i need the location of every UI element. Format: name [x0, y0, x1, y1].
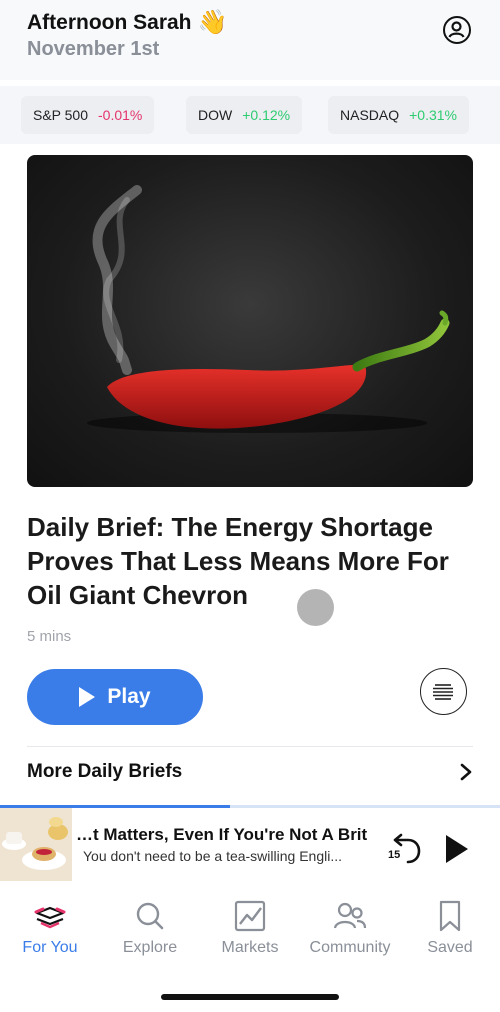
ticker-change: +0.12% — [242, 107, 291, 123]
more-daily-briefs-row[interactable]: More Daily Briefs — [27, 758, 473, 786]
ticker-name: S&P 500 — [33, 107, 89, 123]
ticker-name: NASDAQ — [340, 107, 400, 123]
tab-markets[interactable]: Markets — [200, 899, 300, 957]
ticker-dow[interactable]: DOW +0.12% — [186, 96, 303, 134]
ticker-sp500[interactable]: S&P 500 -0.01% — [21, 96, 155, 134]
for-you-icon — [34, 906, 66, 929]
play-label: Play — [107, 685, 151, 708]
rewind-15-button[interactable]: 15 — [386, 832, 422, 866]
mini-player-thumbnail — [0, 808, 72, 881]
profile-icon — [448, 21, 465, 38]
transcript-icon — [433, 684, 453, 700]
article-headline[interactable]: Daily Brief: The Energy Shortage Proves … — [27, 510, 477, 612]
ticker-change: -0.01% — [98, 107, 143, 123]
community-icon — [333, 902, 367, 929]
tab-bar: For You Explore Markets Community Saved — [0, 881, 500, 1012]
ticker-name: DOW — [198, 107, 233, 123]
ticker-change: +0.31% — [409, 107, 457, 123]
home-indicator — [161, 994, 339, 1000]
tab-for-you[interactable]: For You — [0, 899, 100, 957]
tab-label: Saved — [427, 939, 473, 956]
date-label: November 1st — [27, 38, 160, 60]
mini-player[interactable]: …t Matters, Even If You're Not A Brit Yo… — [0, 805, 500, 881]
tab-label: Markets — [221, 939, 279, 956]
search-icon — [136, 902, 164, 930]
divider — [27, 746, 473, 747]
profile-button[interactable] — [443, 16, 471, 44]
tab-explore[interactable]: Explore — [100, 899, 200, 957]
article-hero-image[interactable] — [27, 155, 473, 487]
mini-player-title: …t Matters, Even If You're Not A Brit — [76, 825, 368, 844]
mini-player-play-button[interactable] — [446, 835, 468, 863]
article-duration: 5 mins — [27, 628, 72, 645]
tab-saved[interactable]: Saved — [400, 899, 500, 957]
touch-indicator — [297, 589, 334, 626]
tab-label: Explore — [122, 939, 178, 956]
header: Afternoon Sarah 👋 November 1st — [0, 0, 500, 80]
rewind-seconds: 15 — [388, 849, 401, 861]
greeting-text: Afternoon Sarah — [27, 10, 192, 34]
play-button[interactable]: Play — [27, 669, 203, 725]
tea-scones-image — [0, 808, 72, 881]
chili-pepper-image — [87, 185, 450, 433]
tab-label: Community — [309, 939, 391, 956]
chevron-right-icon — [460, 763, 472, 781]
tab-label: For You — [22, 939, 78, 956]
market-tickers: S&P 500 -0.01% DOW +0.12% NASDAQ +0.31% — [0, 86, 500, 144]
play-icon — [79, 687, 96, 707]
transcript-button[interactable] — [420, 668, 467, 715]
mini-player-progress — [0, 805, 500, 808]
chart-icon — [234, 900, 266, 932]
bookmark-icon — [439, 900, 461, 932]
tab-community[interactable]: Community — [300, 899, 400, 957]
waving-hand-icon: 👋 — [197, 9, 228, 36]
more-daily-briefs-label: More Daily Briefs — [27, 761, 183, 782]
ticker-nasdaq[interactable]: NASDAQ +0.31% — [328, 96, 469, 134]
mini-player-subtitle: You don't need to be a tea-swilling Engl… — [83, 848, 342, 864]
greeting: Afternoon Sarah 👋 — [27, 8, 227, 37]
